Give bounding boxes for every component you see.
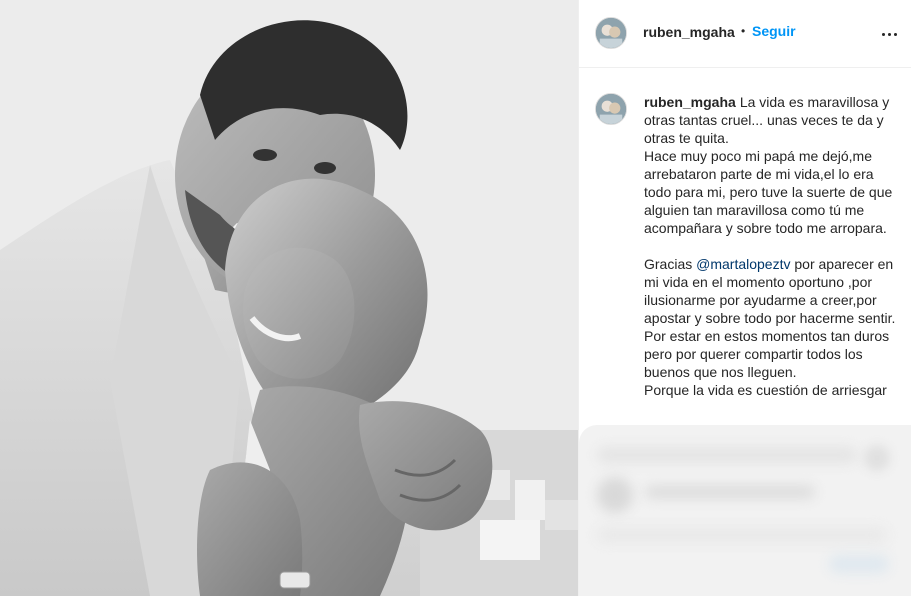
caption-paragraph: ruben_mgaha La vida es maravillosa y otra… bbox=[644, 93, 904, 147]
post-photo[interactable] bbox=[0, 0, 578, 596]
more-dot bbox=[887, 32, 891, 36]
post-side-panel: ruben_mgaha • Seguir ruben_mgaha La vida … bbox=[578, 0, 911, 596]
more-dot bbox=[893, 32, 897, 36]
header-separator: • bbox=[741, 24, 746, 38]
blurred-line bbox=[597, 447, 857, 463]
follow-button[interactable]: Seguir bbox=[752, 23, 796, 39]
blurred-overlay bbox=[579, 425, 911, 596]
user-avatar[interactable] bbox=[595, 17, 627, 49]
more-horizontal-icon[interactable] bbox=[877, 22, 901, 46]
caption-thanks: Gracias bbox=[644, 256, 697, 272]
post-header: ruben_mgaha • Seguir bbox=[579, 0, 911, 68]
more-dot bbox=[881, 32, 885, 36]
caption-paragraph-2: Hace muy poco mi papá me dejó,me arrebat… bbox=[644, 148, 893, 236]
avatar-image-icon bbox=[596, 94, 626, 124]
blurred-icon bbox=[864, 445, 890, 471]
avatar-image-icon bbox=[596, 18, 626, 48]
caption-paragraph-3: Gracias @martalopeztv por aparecer en mi… bbox=[644, 255, 904, 327]
blurred-avatar bbox=[597, 477, 633, 513]
caption-username[interactable]: ruben_mgaha bbox=[644, 94, 736, 110]
blurred-line bbox=[645, 485, 815, 499]
caption-paragraph-5: Porque la vida es cuestión de arriesgar bbox=[644, 382, 887, 398]
blurred-button bbox=[829, 555, 889, 573]
caption-text: ruben_mgaha La vida es maravillosa y otra… bbox=[644, 93, 904, 399]
mention-link[interactable]: @martalopeztv bbox=[696, 256, 790, 272]
caption-avatar[interactable] bbox=[595, 93, 627, 125]
caption-area: ruben_mgaha La vida es maravillosa y otra… bbox=[579, 69, 911, 427]
blurred-line bbox=[597, 529, 887, 541]
caption-paragraph-4: Por estar en estos momentos tan duros pe… bbox=[644, 328, 890, 380]
header-username[interactable]: ruben_mgaha bbox=[643, 24, 735, 40]
couple-photo-illustration bbox=[0, 0, 578, 596]
